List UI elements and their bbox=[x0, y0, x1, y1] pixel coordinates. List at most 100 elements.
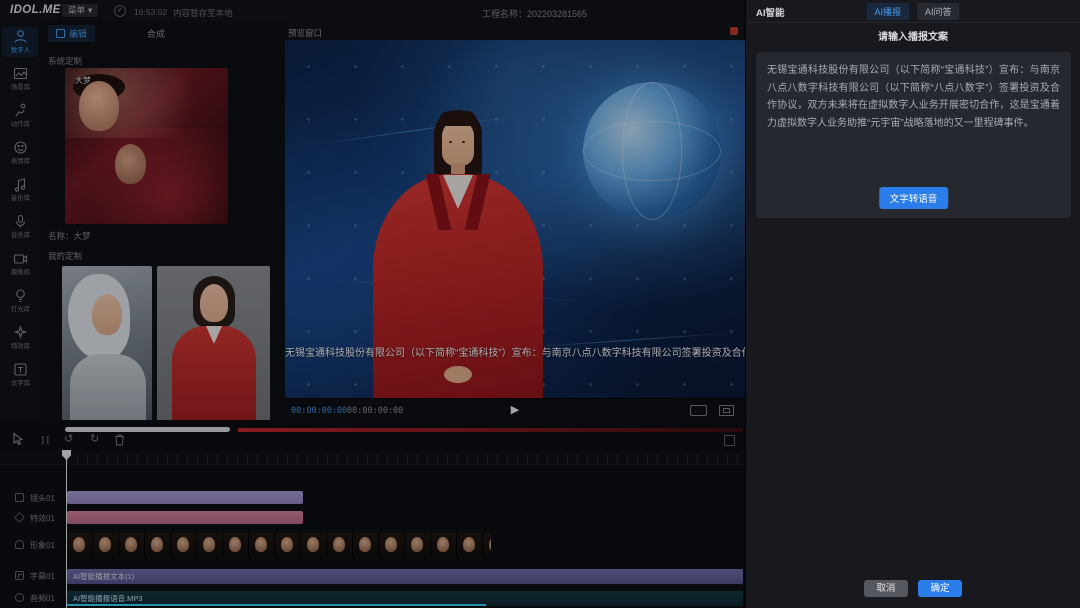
filmstrip-frame bbox=[67, 533, 93, 557]
custom-avatar-thumbnail-1[interactable] bbox=[62, 266, 152, 425]
avatar-body bbox=[70, 354, 146, 425]
audio-waveform-line bbox=[67, 604, 486, 606]
video-subtitle: 无锡宝通科技股份有限公司（以下简称“宝通科技”）宣布：与南京八点八数字科技有限公… bbox=[285, 344, 745, 359]
sidebar-item-expressions[interactable]: 表情库 bbox=[2, 138, 38, 168]
filmstrip-frame bbox=[353, 533, 379, 557]
track-label: 字幕01 bbox=[30, 571, 55, 582]
total-timecode: 00:00:00:00 bbox=[347, 406, 403, 416]
ai-panel-footer: 取消 确定 bbox=[746, 580, 1080, 597]
camera-clip[interactable] bbox=[67, 491, 303, 504]
avatar-profile-face bbox=[115, 144, 146, 184]
sidebar-item-text[interactable]: 文字库 bbox=[2, 360, 38, 390]
filmstrip-frame bbox=[405, 533, 431, 557]
chevron-down-icon: ▾ bbox=[88, 4, 92, 17]
sidebar-item-label: 摄像机 bbox=[10, 267, 29, 276]
editor-workspace: IDOL.ME 菜单 ▾ 16:53:02 内容暂存至本地 工程名称：20220… bbox=[0, 0, 745, 608]
cancel-button[interactable]: 取消 bbox=[864, 580, 908, 597]
sidebar-item-label: 音色库 bbox=[10, 230, 29, 239]
tab-compose[interactable]: 合成 bbox=[147, 27, 165, 40]
sidebar-item-voices[interactable]: 音色库 bbox=[2, 212, 38, 242]
fit-timeline-icon[interactable] bbox=[724, 435, 735, 446]
play-button[interactable]: ▶ bbox=[511, 402, 519, 418]
tab-edit[interactable]: 编辑 bbox=[48, 25, 95, 42]
effects-clip[interactable] bbox=[67, 511, 303, 524]
avatar-name-label: 名称：大梦 bbox=[48, 230, 91, 242]
preview-viewport[interactable]: 无锡宝通科技股份有限公司（以下简称“宝通科技”）宣布：与南京八点八数字科技有限公… bbox=[285, 40, 745, 398]
avatar-red-costume bbox=[65, 128, 228, 224]
library-tabs: 编辑 合成 bbox=[48, 25, 165, 42]
filmstrip-frame bbox=[301, 533, 327, 557]
system-avatar-thumbnail[interactable]: 大梦 bbox=[65, 68, 228, 224]
timeline-ruler[interactable] bbox=[0, 450, 745, 465]
avatar-face bbox=[79, 81, 119, 131]
fullscreen-icon[interactable] bbox=[719, 405, 734, 416]
subtitle-clip-label: AI智能播报文本(1) bbox=[67, 569, 743, 584]
resolution-badge-icon[interactable] bbox=[690, 405, 707, 416]
sidebar-item-lights[interactable]: 灯光库 bbox=[2, 286, 38, 316]
sidebar-item-scenes[interactable]: 场景库 bbox=[2, 64, 38, 94]
top-bar: IDOL.ME 菜单 ▾ 16:53:02 内容暂存至本地 工程名称：20220… bbox=[0, 0, 745, 23]
delete-icon[interactable] bbox=[114, 434, 125, 446]
effects-track-icon bbox=[14, 512, 25, 523]
filmstrip-frame bbox=[171, 533, 197, 557]
script-input-area[interactable]: 无锡宝通科技股份有限公司（以下简称“宝通科技”）宣布：与南京八点八数字科技有限公… bbox=[756, 52, 1071, 218]
sidebar-item-actions[interactable]: 动作库 bbox=[2, 101, 38, 131]
script-text: 无锡宝通科技股份有限公司（以下简称“宝通科技”）宣布：与南京八点八数字科技有限公… bbox=[767, 62, 1060, 132]
ai-panel-tabs: AI播报 AI问答 bbox=[866, 3, 959, 20]
avatar-library-panel: 编辑 合成 系统定制 大梦 名称：大梦 我的定制 bbox=[40, 22, 286, 430]
autosave-text: 内容暂存至本地 bbox=[173, 7, 233, 19]
ai-panel-header: AI智能 AI播报 AI问答 bbox=[746, 0, 1080, 23]
track-label: 镜头01 bbox=[30, 493, 55, 504]
subtitle-clip[interactable]: AI智能播报文本(1) bbox=[67, 569, 743, 584]
autosave-time: 16:53:02 bbox=[134, 7, 167, 19]
text-to-speech-button[interactable]: 文字转语音 bbox=[879, 187, 949, 209]
presenter-fringe bbox=[439, 111, 477, 126]
track-label: 特效01 bbox=[30, 513, 55, 524]
face-filmstrip[interactable] bbox=[67, 533, 491, 557]
sidebar-item-label: 场景库 bbox=[10, 82, 29, 91]
ai-panel-title: AI智能 bbox=[756, 5, 785, 19]
filmstrip-frame bbox=[379, 533, 405, 557]
select-tool-icon[interactable] bbox=[12, 432, 24, 445]
undo-icon[interactable]: ↺ bbox=[64, 433, 73, 446]
tab-ai-qa[interactable]: AI问答 bbox=[917, 3, 960, 20]
confirm-button[interactable]: 确定 bbox=[918, 580, 962, 597]
playhead-line[interactable] bbox=[66, 450, 67, 608]
filmstrip-frame bbox=[197, 533, 223, 557]
sidebar-item-label: 音乐库 bbox=[10, 193, 29, 202]
subtitle-track-icon bbox=[15, 571, 24, 580]
music-note-icon bbox=[13, 177, 28, 192]
scene-icon bbox=[13, 66, 28, 81]
sidebar-item-label: 数字人 bbox=[10, 45, 29, 54]
tab-ai-broadcast[interactable]: AI播报 bbox=[866, 3, 909, 20]
sidebar-item-label: 灯光库 bbox=[10, 304, 29, 313]
playback-controls: 00:00:00:00 00:00:00:00 ▶ bbox=[285, 398, 745, 421]
sidebar-item-camera[interactable]: 摄像机 bbox=[2, 249, 38, 279]
custom-avatar-thumbnail-2[interactable] bbox=[157, 266, 270, 425]
sparkle-icon bbox=[13, 325, 28, 340]
filmstrip-frame bbox=[431, 533, 457, 557]
sidebar-item-music[interactable]: 音乐库 bbox=[2, 175, 38, 205]
filmstrip-frame bbox=[275, 533, 301, 557]
sidebar-item-effects[interactable]: 特效库 bbox=[2, 323, 38, 353]
sidebar-item-digital-human[interactable]: 数字人 bbox=[2, 27, 38, 57]
avatar-badge: 大梦 bbox=[75, 75, 91, 86]
camera-track-icon bbox=[15, 493, 24, 502]
app-logo: IDOL.ME bbox=[10, 4, 61, 16]
menu-button[interactable]: 菜单 ▾ bbox=[62, 4, 98, 17]
person-icon bbox=[13, 29, 28, 44]
avatar-face bbox=[200, 284, 228, 322]
record-indicator-icon[interactable] bbox=[730, 27, 738, 35]
presenter-eyes bbox=[449, 141, 452, 143]
system-section-label: 系统定制 bbox=[48, 55, 82, 67]
project-name: 工程名称：202203281565 bbox=[482, 7, 587, 20]
timeline: 镜头01 特效01 形象01 字幕01 AI智能播报文本(1) 音频01 AI智… bbox=[0, 450, 745, 608]
track-label: 音频01 bbox=[30, 593, 55, 604]
camera-icon bbox=[13, 251, 28, 266]
redo-icon[interactable]: ↻ bbox=[90, 433, 99, 446]
text-icon bbox=[13, 362, 28, 377]
timeline-scrollbar[interactable] bbox=[65, 427, 230, 432]
tab-edit-label: 编辑 bbox=[69, 27, 87, 40]
cut-tool-icon[interactable]: ][ bbox=[40, 435, 51, 448]
bulb-icon bbox=[13, 288, 28, 303]
